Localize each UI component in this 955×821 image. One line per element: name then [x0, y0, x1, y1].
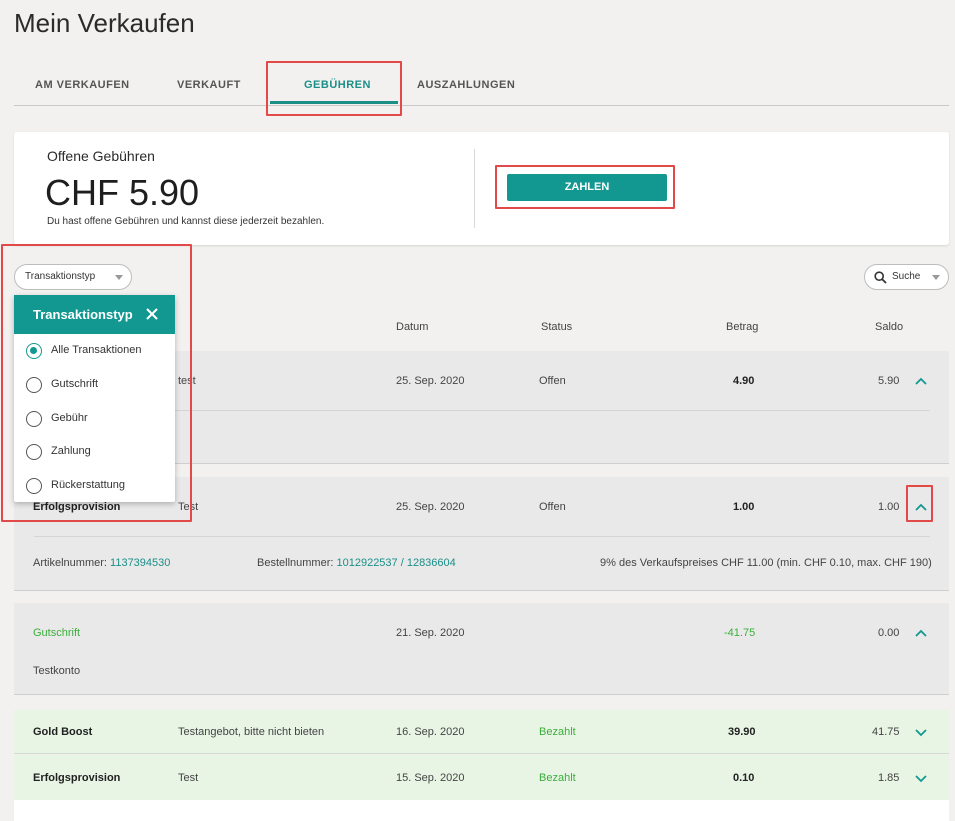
tab-verkauft[interactable]: VERKAUFT	[177, 79, 241, 91]
column-header-status[interactable]: Status	[541, 321, 572, 333]
table-footer	[14, 800, 949, 821]
column-header-date[interactable]: Datum	[396, 321, 428, 333]
row-balance: 41.75	[872, 726, 900, 738]
row-type: Gold Boost	[33, 726, 93, 738]
tab-bar: AM VERKAUFEN VERKAUFT GEBÜHREN AUSZAHLUN…	[14, 64, 949, 106]
row-divider	[34, 536, 930, 537]
column-header-balance[interactable]: Saldo	[875, 321, 903, 333]
open-fees-description: Du hast offene Gebühren und kannst diese…	[47, 216, 325, 227]
order-number-label: Bestellnummer:	[257, 557, 334, 569]
order-number: Bestellnummer: 1012922537 / 12836604	[257, 557, 456, 569]
row-amount: -41.75	[724, 627, 756, 639]
highlight-box-filter	[1, 244, 192, 522]
chevron-down-icon[interactable]	[914, 727, 928, 737]
chevron-up-icon[interactable]	[914, 628, 928, 638]
row-status: Bezahlt	[539, 726, 576, 738]
row-balance: 5.90	[878, 375, 900, 387]
row-status: Bezahlt	[539, 772, 576, 784]
row-amount: 39.90	[728, 726, 756, 738]
tab-am-verkaufen[interactable]: AM VERKAUFEN	[35, 79, 130, 91]
row-amount: 1.00	[733, 501, 755, 513]
row-date: 16. Sep. 2020	[396, 726, 465, 738]
search-button[interactable]: Suche	[864, 264, 949, 290]
row-type: Gutschrift	[33, 627, 81, 639]
highlight-box-expand	[906, 485, 933, 522]
open-fees-card: Offene Gebühren CHF 5.90 Du hast offene …	[14, 132, 949, 245]
row-description: Testangebot, bitte nicht bieten	[178, 726, 325, 738]
article-number-label: Artikelnummer:	[33, 557, 107, 569]
order-number-link[interactable]: 1012922537 / 12836604	[336, 557, 455, 569]
article-number: Artikelnummer: 1137394530	[33, 557, 170, 569]
highlight-box-tab	[266, 61, 402, 116]
table-row[interactable]	[14, 603, 949, 695]
page-title: Mein Verkaufen	[14, 8, 195, 38]
open-fees-heading: Offene Gebühren	[47, 148, 155, 164]
chevron-down-icon	[932, 275, 940, 280]
highlight-box-pay	[495, 165, 675, 209]
open-fees-amount: CHF 5.90	[45, 172, 200, 213]
row-status: Offen	[539, 375, 566, 387]
row-date: 25. Sep. 2020	[396, 375, 465, 387]
row-date: 15. Sep. 2020	[396, 772, 465, 784]
search-icon	[874, 271, 887, 284]
row-date: 21. Sep. 2020	[396, 627, 465, 639]
row-description: Test	[178, 772, 199, 784]
table-row[interactable]	[14, 710, 949, 754]
table-row[interactable]	[14, 755, 949, 800]
fee-note: 9% des Verkaufspreises CHF 11.00 (min. C…	[600, 557, 932, 569]
search-label: Suche	[892, 271, 921, 282]
row-date: 25. Sep. 2020	[396, 501, 465, 513]
row-balance: 0.00	[878, 627, 900, 639]
row-detail-note: Testkonto	[33, 665, 81, 677]
chevron-down-icon[interactable]	[914, 773, 928, 783]
row-balance: 1.00	[878, 501, 900, 513]
chevron-up-icon[interactable]	[914, 376, 928, 386]
card-divider	[474, 149, 475, 228]
row-balance: 1.85	[878, 772, 900, 784]
row-status: Offen	[539, 501, 566, 513]
tab-auszahlungen[interactable]: AUSZAHLUNGEN	[417, 79, 515, 91]
column-header-amount[interactable]: Betrag	[726, 321, 758, 333]
article-number-link[interactable]: 1137394530	[110, 557, 170, 569]
row-amount: 0.10	[733, 772, 755, 784]
row-amount: 4.90	[733, 375, 755, 387]
row-type: Erfolgsprovision	[33, 772, 121, 784]
